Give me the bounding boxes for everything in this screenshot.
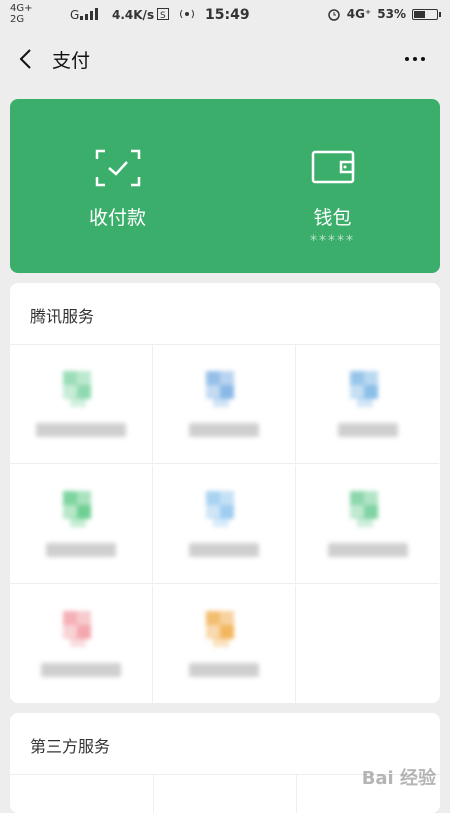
signal-icon — [80, 8, 98, 20]
clock: 15:49 — [205, 7, 250, 23]
wallet-label: 钱包 — [313, 207, 352, 229]
more-dot-icon — [413, 57, 417, 61]
payment-card: 收付款 钱包 ***** — [10, 99, 440, 273]
tencent-services-section: 腾讯服务 — [10, 283, 440, 703]
more-dot-icon — [421, 57, 425, 61]
more-dot-icon — [405, 57, 409, 61]
status-right: 4G⁺ 53% — [327, 7, 441, 21]
section-title: 腾讯服务 — [30, 307, 95, 326]
service-label — [189, 663, 259, 677]
service-item[interactable] — [153, 345, 296, 464]
more-options-button[interactable] — [400, 50, 430, 68]
hotspot-icon — [180, 9, 194, 19]
service-tile-icon — [349, 371, 378, 407]
service-item[interactable] — [153, 465, 296, 584]
service-tile-icon — [63, 371, 91, 407]
service-label — [46, 543, 116, 557]
service-tile-icon — [206, 491, 234, 527]
status-bar: 4G+ 2G G 4.4K/s S 15:49 4G⁺ 53% — [0, 0, 450, 30]
service-tile-icon — [63, 491, 91, 527]
service-item[interactable] — [153, 585, 296, 703]
watermark: Bai 经验 — [361, 768, 436, 789]
receive-pay-label: 收付款 — [88, 207, 146, 229]
nav-bar: 支付 — [0, 30, 450, 88]
service-item[interactable] — [10, 345, 153, 464]
service-tile-icon — [349, 491, 378, 527]
service-label — [327, 543, 408, 557]
service-tile-icon — [63, 611, 91, 647]
grid-divider — [153, 774, 154, 813]
battery-icon — [412, 8, 441, 20]
wallet-icon — [311, 150, 354, 184]
service-label — [189, 423, 259, 437]
wallet-balance-masked: ***** — [310, 233, 355, 249]
service-item[interactable] — [10, 585, 153, 703]
service-label — [337, 423, 398, 437]
service-label — [36, 423, 126, 437]
service-tile-icon — [206, 371, 234, 407]
page-title: 支付 — [52, 50, 91, 72]
service-item[interactable] — [296, 465, 439, 584]
scan-check-icon — [95, 149, 140, 187]
carrier-label: G — [70, 8, 80, 22]
network-type-bottom: 2G — [10, 14, 25, 25]
screenshot-icon: S — [157, 8, 169, 20]
section-title: 第三方服务 — [30, 737, 111, 756]
grid-divider — [296, 774, 297, 813]
network-type-right: 4G⁺ — [346, 7, 372, 21]
service-label — [41, 663, 121, 677]
battery-percent: 53% — [377, 7, 406, 21]
network-indicator: 4G+ 2G — [10, 3, 33, 25]
services-grid — [10, 344, 440, 703]
wallet-button[interactable]: 钱包 ***** — [225, 99, 440, 273]
third-party-section: 第三方服务 — [10, 713, 440, 813]
alarm-icon — [327, 9, 340, 21]
back-arrow-icon[interactable] — [16, 48, 38, 70]
service-label — [189, 543, 259, 557]
service-item[interactable] — [296, 345, 439, 464]
network-type-top: 4G+ — [10, 3, 33, 14]
svg-text:S: S — [160, 11, 166, 20]
service-tile-icon — [206, 611, 234, 647]
receive-pay-button[interactable]: 收付款 — [10, 99, 225, 273]
service-item[interactable] — [10, 465, 153, 584]
network-speed: 4.4K/s — [112, 8, 155, 22]
